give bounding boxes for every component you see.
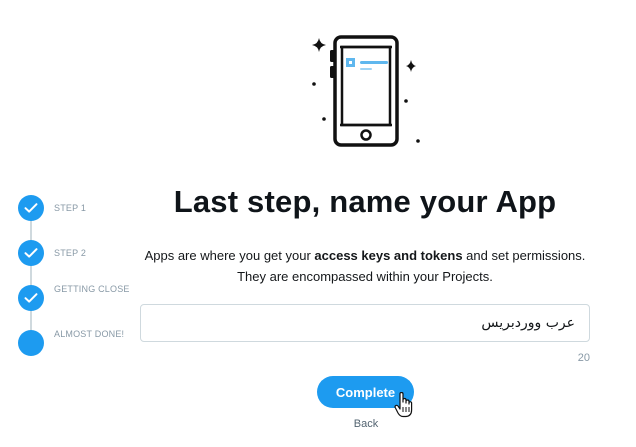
app-setup-page: STEP 1 STEP 2 GETTING CLOSE ALMOST DONE! bbox=[0, 0, 636, 447]
progress-stepper: STEP 1 STEP 2 GETTING CLOSE ALMOST DONE! bbox=[18, 195, 138, 375]
step-3-complete-indicator bbox=[18, 285, 44, 311]
step-1-complete-indicator bbox=[18, 195, 44, 221]
phone-illustration bbox=[312, 35, 420, 147]
step-4-label: ALMOST DONE! bbox=[54, 329, 125, 339]
description-text: Apps are where you get your bbox=[144, 248, 315, 263]
step-4: ALMOST DONE! bbox=[18, 329, 138, 360]
sparkle-icon bbox=[406, 60, 416, 72]
step-1-label: STEP 1 bbox=[54, 203, 87, 213]
step-4-current-indicator bbox=[18, 330, 44, 356]
step-3: GETTING CLOSE bbox=[18, 284, 138, 315]
step-2: STEP 2 bbox=[18, 240, 138, 270]
hand-cursor-icon bbox=[394, 392, 413, 418]
check-icon bbox=[24, 248, 38, 258]
page-title: Last step, name your App bbox=[173, 184, 557, 219]
character-count: 20 bbox=[577, 352, 590, 364]
step-2-complete-indicator bbox=[18, 240, 44, 266]
app-name-field bbox=[140, 304, 590, 342]
step-3-label: GETTING CLOSE bbox=[54, 284, 130, 294]
step-2-label: STEP 2 bbox=[54, 248, 87, 258]
stepper-line bbox=[30, 211, 32, 341]
app-name-input[interactable] bbox=[141, 305, 589, 341]
step-1: STEP 1 bbox=[18, 195, 138, 225]
sparkle-icon bbox=[312, 38, 326, 52]
description: Apps are where you get your access keys … bbox=[140, 245, 590, 287]
check-icon bbox=[24, 203, 38, 213]
check-icon bbox=[24, 293, 38, 303]
back-link[interactable]: Back bbox=[340, 418, 392, 430]
description-emphasis: access keys and tokens bbox=[314, 248, 463, 263]
